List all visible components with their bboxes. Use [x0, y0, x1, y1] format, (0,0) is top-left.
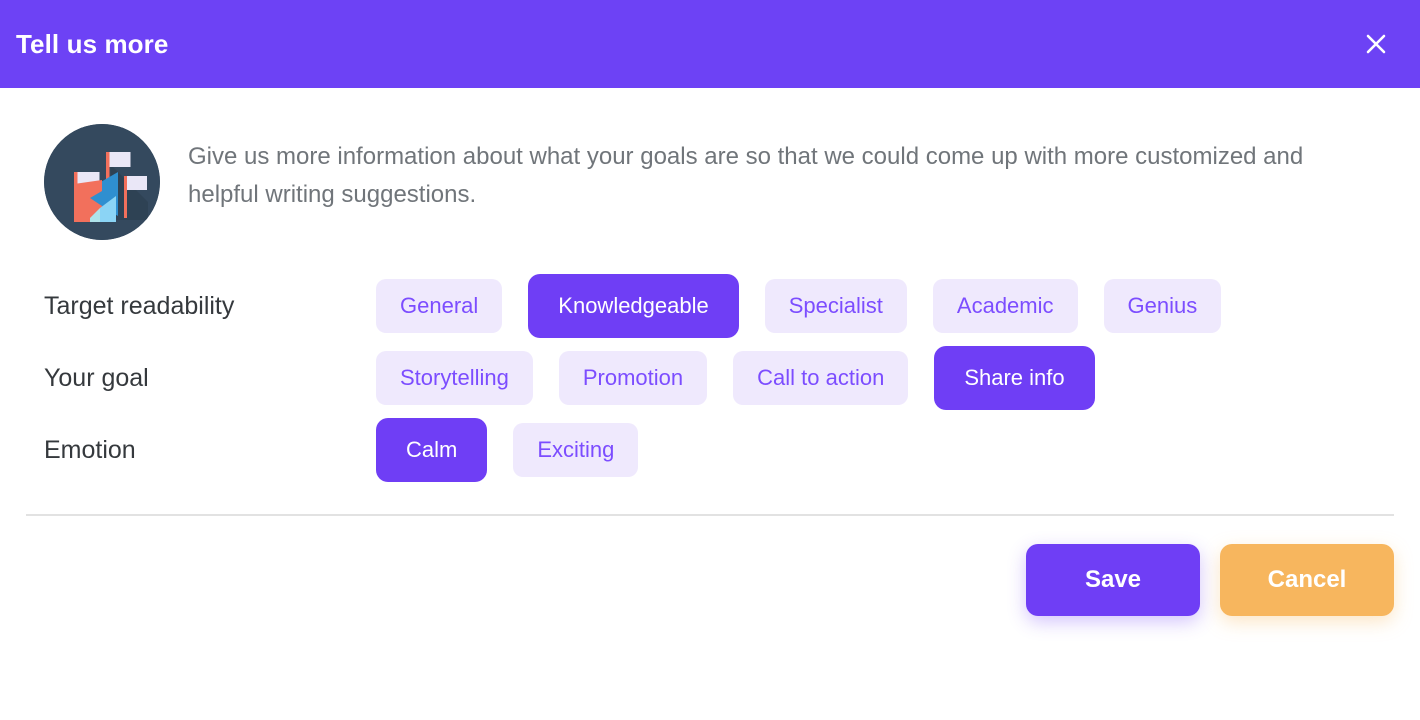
pill-storytelling[interactable]: Storytelling — [376, 351, 533, 405]
dialog-description: Give us more information about what your… — [188, 143, 1304, 208]
pill-exciting[interactable]: Exciting — [513, 423, 639, 477]
pill-knowledgeable[interactable]: Knowledgeable — [528, 274, 739, 338]
pill-calm[interactable]: Calm — [376, 418, 488, 482]
page-title: Tell us more — [16, 28, 169, 59]
pill-share-info[interactable]: Share info — [934, 346, 1095, 410]
pill-specialist[interactable]: Specialist — [764, 279, 907, 333]
option-row-your-goal: Your goal Storytelling Promotion Call to… — [44, 342, 1394, 414]
options-section: Target readability General Knowledgeable… — [0, 240, 1420, 486]
dialog-body: Give us more information about what your… — [0, 88, 1420, 720]
pill-genius[interactable]: Genius — [1103, 279, 1222, 333]
row-label-emotion: Emotion — [44, 435, 136, 464]
intro-section: Give us more information about what your… — [0, 88, 1420, 240]
option-row-emotion: Emotion Calm Exciting — [44, 414, 1394, 486]
pill-group-target-readability: General Knowledgeable Specialist Academi… — [376, 274, 1247, 338]
close-icon[interactable] — [1358, 26, 1394, 62]
tell-us-more-dialog: Tell us more Give us more information ab… — [0, 0, 1420, 720]
dialog-footer: Save Cancel — [0, 516, 1420, 648]
row-label-target-readability: Target readability — [44, 291, 235, 320]
pill-group-emotion: Calm Exciting — [376, 418, 664, 482]
pill-group-your-goal: Storytelling Promotion Call to action Sh… — [376, 346, 1121, 410]
pill-promotion[interactable]: Promotion — [558, 351, 708, 405]
option-row-target-readability: Target readability General Knowledgeable… — [44, 270, 1394, 342]
mountain-flags-illustration-icon — [44, 124, 160, 240]
pill-call-to-action[interactable]: Call to action — [733, 351, 909, 405]
pill-academic[interactable]: Academic — [932, 279, 1078, 333]
cancel-button[interactable]: Cancel — [1220, 544, 1394, 616]
dialog-header: Tell us more — [0, 0, 1420, 88]
pill-general[interactable]: General — [376, 279, 503, 333]
save-button[interactable]: Save — [1026, 544, 1200, 616]
row-label-your-goal: Your goal — [44, 363, 149, 392]
